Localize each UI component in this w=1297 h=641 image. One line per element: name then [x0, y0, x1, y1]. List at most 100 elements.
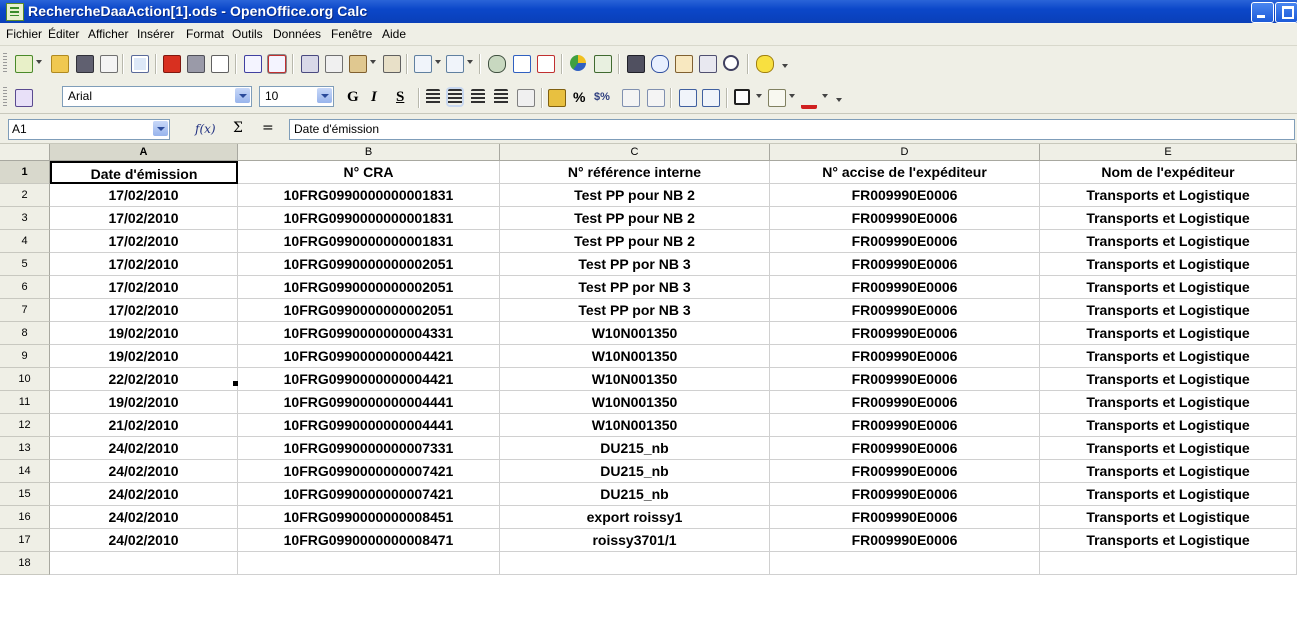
align-left-icon[interactable] — [426, 89, 440, 105]
edit-file-icon[interactable] — [131, 55, 149, 73]
column-header-c[interactable]: C — [500, 144, 770, 161]
menu-fichier[interactable]: Fichier — [6, 27, 42, 41]
chevron-down-icon[interactable] — [467, 60, 473, 64]
cell-b[interactable]: 10FRG0990000000007421 — [238, 483, 500, 506]
undo-icon[interactable] — [414, 55, 432, 73]
font-size-select[interactable]: 10 — [259, 86, 334, 107]
column-header-a[interactable]: A — [50, 144, 238, 161]
export-pdf-icon[interactable] — [163, 55, 181, 73]
function-wizard-icon[interactable]: f(x) — [195, 122, 216, 136]
background-color-icon[interactable] — [768, 89, 786, 107]
formula-input[interactable]: Date d'émission — [289, 119, 1295, 140]
cell-e[interactable]: Transports et Logistique — [1040, 529, 1297, 552]
chart-icon[interactable] — [570, 55, 586, 71]
cell-e[interactable]: Transports et Logistique — [1040, 230, 1297, 253]
cell-d[interactable]: FR009990E0006 — [770, 506, 1040, 529]
menu-outils[interactable]: Outils — [232, 27, 263, 41]
column-header-d[interactable]: D — [770, 144, 1040, 161]
merge-cells-icon[interactable] — [517, 89, 535, 107]
cell-c[interactable]: export roissy1 — [500, 506, 770, 529]
add-decimal-icon[interactable] — [622, 89, 640, 107]
page-preview-icon[interactable] — [211, 55, 229, 73]
select-all-corner[interactable] — [0, 144, 50, 161]
styles-formatting-icon[interactable] — [15, 89, 33, 107]
cell-e[interactable]: Transports et Logistique — [1040, 207, 1297, 230]
navigator-icon[interactable] — [651, 55, 669, 73]
cell-c[interactable]: W10N001350 — [500, 414, 770, 437]
row-header[interactable]: 15 — [0, 483, 50, 506]
chevron-down-icon[interactable] — [756, 94, 762, 98]
zoom-icon[interactable] — [723, 55, 739, 71]
spellcheck-icon[interactable] — [244, 55, 262, 73]
chevron-down-icon[interactable] — [822, 94, 828, 98]
cell-e[interactable]: Transports et Logistique — [1040, 345, 1297, 368]
autofill-handle[interactable] — [233, 381, 238, 386]
cell-c[interactable]: Test PP por NB 3 — [500, 299, 770, 322]
chevron-down-icon[interactable] — [235, 88, 250, 103]
cell-a[interactable]: 19/02/2010 — [50, 391, 238, 414]
cell-b[interactable] — [238, 552, 500, 575]
cell-a[interactable]: 22/02/2010 — [50, 368, 238, 391]
row-header[interactable]: 18 — [0, 552, 50, 575]
column-header-b[interactable]: B — [238, 144, 500, 161]
data-sources-icon[interactable] — [699, 55, 717, 73]
cell-b[interactable]: 10FRG0990000000002051 — [238, 299, 500, 322]
header-cell-c[interactable]: N° référence interne — [500, 161, 770, 184]
help-icon[interactable] — [756, 55, 774, 73]
cell-a[interactable]: 24/02/2010 — [50, 483, 238, 506]
row-header[interactable]: 9 — [0, 345, 50, 368]
cell-a[interactable]: 17/02/2010 — [50, 253, 238, 276]
toolbar-options-icon[interactable] — [782, 64, 788, 68]
cell-b[interactable]: 10FRG0990000000001831 — [238, 207, 500, 230]
cell-d[interactable]: FR009990E0006 — [770, 437, 1040, 460]
cell-e[interactable]: Transports et Logistique — [1040, 253, 1297, 276]
cell-b[interactable]: 10FRG0990000000004441 — [238, 391, 500, 414]
cell-c[interactable]: W10N001350 — [500, 391, 770, 414]
row-header[interactable]: 13 — [0, 437, 50, 460]
align-center-icon[interactable] — [448, 89, 462, 105]
cell-d[interactable]: FR009990E0006 — [770, 230, 1040, 253]
cell-b[interactable]: 10FRG0990000000008451 — [238, 506, 500, 529]
chevron-down-icon[interactable] — [36, 60, 42, 64]
header-cell-b[interactable]: N° CRA — [238, 161, 500, 184]
header-cell-a[interactable]: Date d'émission — [50, 161, 238, 184]
cell-d[interactable]: FR009990E0006 — [770, 276, 1040, 299]
header-cell-d[interactable]: N° accise de l'expéditeur — [770, 161, 1040, 184]
cell-e[interactable]: Transports et Logistique — [1040, 506, 1297, 529]
cut-icon[interactable] — [301, 55, 319, 73]
chevron-down-icon[interactable] — [317, 88, 332, 103]
cell-d[interactable]: FR009990E0006 — [770, 253, 1040, 276]
sum-icon[interactable]: Σ — [233, 120, 243, 136]
cell-a[interactable]: 17/02/2010 — [50, 184, 238, 207]
menu-inserer[interactable]: Insérer — [137, 27, 174, 41]
cell-b[interactable]: 10FRG0990000000002051 — [238, 253, 500, 276]
chevron-down-icon[interactable] — [789, 94, 795, 98]
autospellcheck-icon[interactable] — [268, 55, 286, 73]
toolbar-options-icon[interactable] — [836, 98, 842, 102]
cell-c[interactable]: Test PP pour NB 2 — [500, 184, 770, 207]
cell-c[interactable]: DU215_nb — [500, 437, 770, 460]
cell-b[interactable]: 10FRG0990000000007421 — [238, 460, 500, 483]
row-header[interactable]: 3 — [0, 207, 50, 230]
cell-c[interactable]: Test PP por NB 3 — [500, 276, 770, 299]
cell-e[interactable]: Transports et Logistique — [1040, 276, 1297, 299]
cell-c[interactable]: W10N001350 — [500, 322, 770, 345]
spreadsheet-grid[interactable]: A B C D E 1 Date d'émission N° CRA N° référ… — [0, 144, 1297, 641]
cell-c[interactable] — [500, 552, 770, 575]
cell-c[interactable]: W10N001350 — [500, 368, 770, 391]
cell-c[interactable]: Test PP pour NB 2 — [500, 230, 770, 253]
function-icon[interactable]: = — [262, 120, 274, 136]
row-header[interactable]: 8 — [0, 322, 50, 345]
hyperlink-icon[interactable] — [488, 55, 506, 73]
cell-e[interactable]: Transports et Logistique — [1040, 483, 1297, 506]
menu-donnees[interactable]: Données — [273, 27, 321, 41]
cell-c[interactable]: W10N001350 — [500, 345, 770, 368]
row-header[interactable]: 5 — [0, 253, 50, 276]
cell-d[interactable]: FR009990E0006 — [770, 299, 1040, 322]
cell-b[interactable]: 10FRG0990000000007331 — [238, 437, 500, 460]
cell-e[interactable]: Transports et Logistique — [1040, 322, 1297, 345]
row-header[interactable]: 2 — [0, 184, 50, 207]
cell-c[interactable]: Test PP pour NB 2 — [500, 207, 770, 230]
row-header[interactable]: 1 — [0, 161, 50, 184]
toolbar-grip-icon[interactable] — [3, 87, 7, 107]
